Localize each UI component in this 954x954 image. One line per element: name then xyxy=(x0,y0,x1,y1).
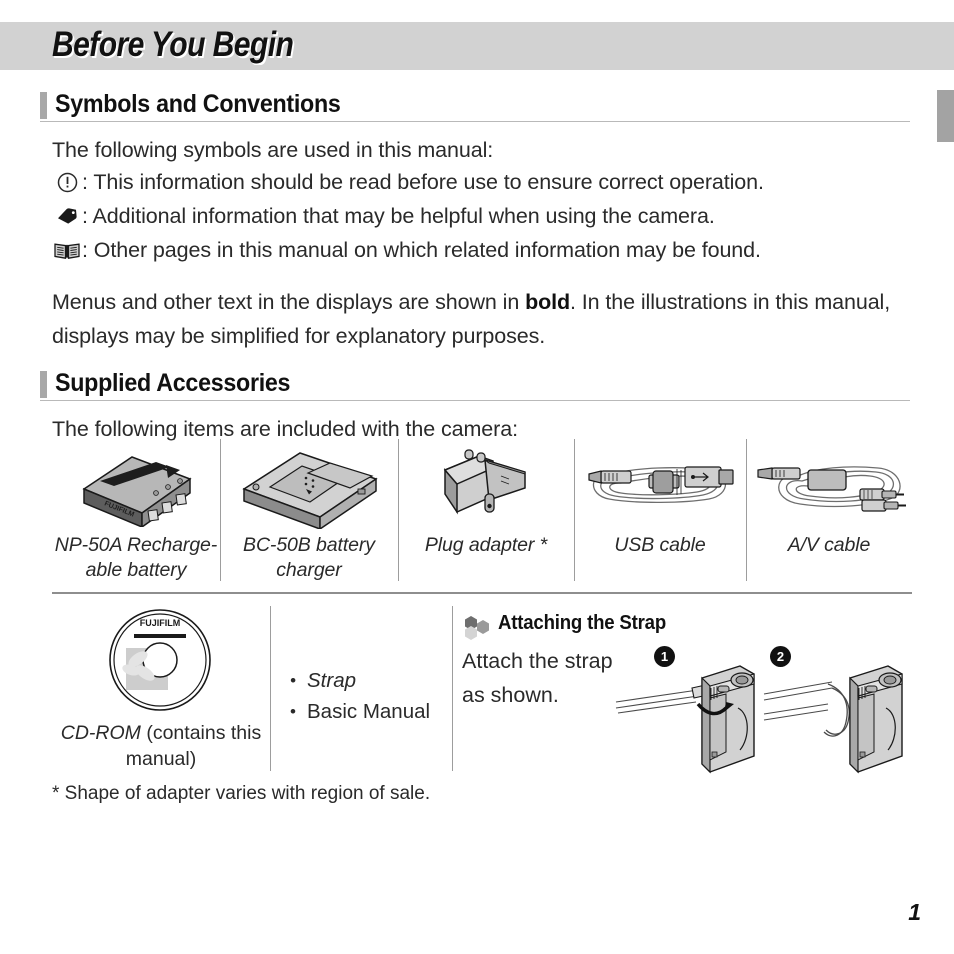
accessory-av-cable-caption: A/V cable xyxy=(787,534,871,556)
section-tab-marker xyxy=(937,90,954,142)
chapter-title: Before You Begin xyxy=(52,25,294,64)
accessory-divider xyxy=(574,439,575,581)
accessory-plug-adapter-caption: Plug adapter * xyxy=(424,534,548,556)
cd-rom-icon: FUJIFILM xyxy=(52,606,267,714)
page-number: 1 xyxy=(908,899,921,925)
battery-charger-icon xyxy=(220,443,398,529)
accessory-battery-caption: NP-50A Recharge- able battery xyxy=(54,534,218,581)
paragraph-part-1: Menus and other text in the displays are… xyxy=(52,290,526,314)
accessory-av-cable: A/V cable xyxy=(746,443,912,591)
accessory-divider xyxy=(398,439,399,581)
lower-divider-2 xyxy=(452,606,453,771)
plug-adapter-icon xyxy=(398,443,574,529)
hexagons-icon xyxy=(462,615,492,640)
heading-accent-bar xyxy=(40,371,47,398)
accessory-usb-cable-caption: USB cable xyxy=(614,534,706,556)
extra-items-list: Strap Basic Manual xyxy=(290,665,430,727)
svg-text:FUJIFILM: FUJIFILM xyxy=(139,618,180,628)
accessory-cdrom-caption: CD-ROM (contains this manual) xyxy=(60,722,262,770)
attaching-strap-block: Attaching the Strap Attach the strap as … xyxy=(462,610,917,780)
symbol-entry-caution-text: : This information should be read before… xyxy=(82,170,764,194)
bold-convention-paragraph: Menus and other text in the displays are… xyxy=(52,285,927,353)
symbol-entry-crossref-text: : Other pages in this manual on which re… xyxy=(82,238,761,262)
av-cable-icon xyxy=(746,443,912,529)
accessory-battery: FUJIFILM NP-50A Recharge- able battery xyxy=(52,443,220,591)
symbol-entry-note-text: : Additional information that may be hel… xyxy=(82,204,715,228)
note-tag-icon xyxy=(52,201,82,231)
paragraph-bold-word: bold xyxy=(525,290,571,314)
attaching-strap-line1: Attach the strap xyxy=(462,649,613,673)
usb-cable-icon xyxy=(574,443,746,529)
manual-page: Before You Begin Symbols and Conventions… xyxy=(0,0,954,954)
section-heading-symbols-label: Symbols and Conventions xyxy=(55,90,341,118)
camera-strap-step1-illustration xyxy=(614,660,764,780)
list-item-strap: Strap xyxy=(290,665,430,696)
attaching-strap-line2: as shown. xyxy=(462,683,559,707)
caution-circle-icon xyxy=(52,167,82,197)
accessory-divider xyxy=(746,439,747,581)
adapter-footnote: * Shape of adapter varies with region of… xyxy=(52,783,431,804)
lower-divider-1 xyxy=(270,606,271,771)
heading-rule xyxy=(40,400,910,401)
camera-strap-step2-illustration xyxy=(762,660,912,780)
attaching-strap-title: Attaching the Strap xyxy=(498,612,667,634)
section-heading-accessories-label: Supplied Accessories xyxy=(55,369,291,397)
accessory-usb-cable: USB cable xyxy=(574,443,746,591)
accessories-separator-rule xyxy=(52,592,912,594)
battery-icon: FUJIFILM xyxy=(52,443,220,529)
accessory-plug-adapter: Plug adapter * xyxy=(398,443,574,591)
accessory-divider xyxy=(220,439,221,581)
symbols-intro-text: The following symbols are used in this m… xyxy=(52,138,494,162)
heading-accent-bar xyxy=(40,92,47,119)
accessories-grid: FUJIFILM NP-50A Recharge- able battery B… xyxy=(52,439,912,591)
accessory-charger: BC-50B battery charger xyxy=(220,443,398,591)
open-book-icon xyxy=(52,235,82,265)
heading-rule xyxy=(40,121,910,122)
accessories-intro-text: The following items are included with th… xyxy=(52,417,518,441)
list-item-basic-manual: Basic Manual xyxy=(290,696,430,727)
accessory-charger-caption: BC-50B battery charger xyxy=(243,534,375,581)
